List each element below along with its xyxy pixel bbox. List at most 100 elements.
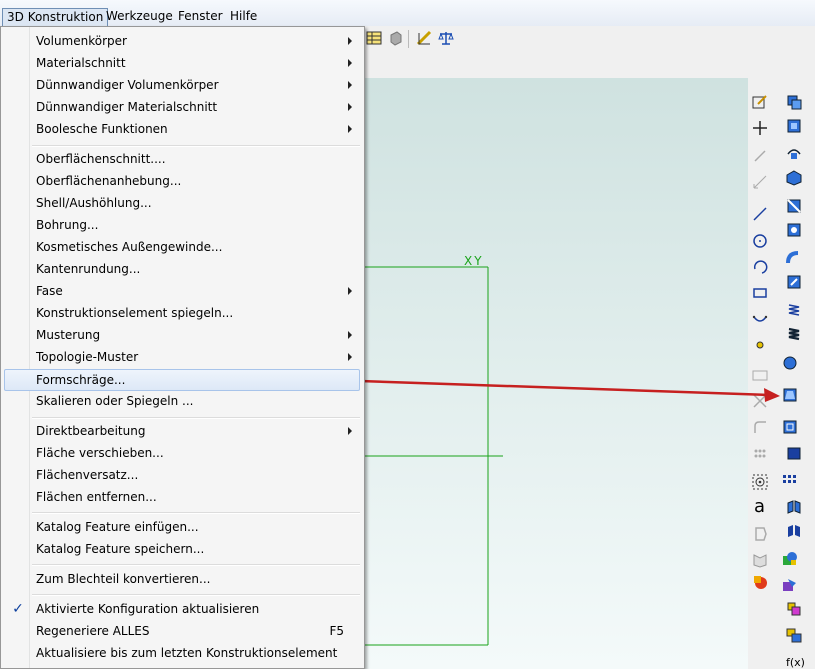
toolbar-separator <box>408 30 409 48</box>
menu-hilfe[interactable]: Hilfe <box>226 8 261 25</box>
circle-icon[interactable] <box>752 233 768 249</box>
menu-fenster[interactable]: Fenster <box>174 8 227 25</box>
menu-item-kantenrundung[interactable]: Kantenrundung... <box>4 258 360 280</box>
menu-item-direktbearbeitung[interactable]: Direktbearbeitung <box>4 420 360 442</box>
balance-icon[interactable] <box>438 30 454 46</box>
shell-icon[interactable] <box>786 274 802 290</box>
color-faces-icon[interactable] <box>786 601 802 617</box>
menu-item-shell[interactable]: Shell/Aushöhlung... <box>4 192 360 214</box>
rectangle-icon[interactable] <box>752 285 768 301</box>
menu-item-spiegeln[interactable]: Konstruktionselement spiegeln... <box>4 302 360 324</box>
solid-copy-icon[interactable] <box>786 94 802 110</box>
trim-icon[interactable] <box>752 393 768 409</box>
part-icon[interactable] <box>388 30 404 46</box>
pattern-disabled-icon[interactable] <box>752 447 768 463</box>
menu-item-label: Fase <box>36 284 63 298</box>
sweep-icon[interactable] <box>786 250 802 266</box>
menu-separator <box>32 564 360 566</box>
line-icon[interactable] <box>752 206 768 222</box>
assembly-icon[interactable] <box>786 627 802 643</box>
box-icon[interactable] <box>786 118 802 134</box>
menu-item-label: Musterung <box>36 328 101 342</box>
menu-item-materialschnitt[interactable]: Materialschnitt <box>4 52 360 74</box>
menu-item-musterung[interactable]: Musterung <box>4 324 360 346</box>
table-icon[interactable] <box>366 30 382 46</box>
shape-icon[interactable] <box>752 526 768 542</box>
arc-icon[interactable] <box>752 259 768 275</box>
hole-icon[interactable] <box>786 222 802 238</box>
menu-item-label: Oberflächenschnitt.... <box>36 152 166 166</box>
point-icon[interactable] <box>752 120 768 136</box>
cube-icon[interactable] <box>786 170 802 186</box>
menu-item-formschraege[interactable]: Formschräge... <box>4 369 360 391</box>
menu-item-regeneriere-alles[interactable]: Regeneriere ALLES F5 <box>4 620 360 642</box>
menu-item-label: Formschräge... <box>36 373 126 387</box>
menu-item-label: Bohrung... <box>36 218 99 232</box>
target-icon[interactable] <box>752 474 768 490</box>
menu-item-label: Konstruktionselement spiegeln... <box>36 306 234 320</box>
ruler-icon[interactable] <box>416 30 432 46</box>
keyboard-icon[interactable] <box>752 367 768 383</box>
point-dot-icon[interactable] <box>752 337 768 353</box>
text-icon[interactable]: a <box>754 496 765 517</box>
menu-item-duennwandiger-volumenkoerper[interactable]: Dünnwandiger Volumenkörper <box>4 74 360 96</box>
mirror-solid-icon[interactable] <box>786 523 802 539</box>
menu-item-duennwandiger-materialschnitt[interactable]: Dünnwandiger Materialschnitt <box>4 96 360 118</box>
line-disabled-icon[interactable] <box>752 148 768 164</box>
fillet-sketch-icon[interactable] <box>752 419 768 435</box>
menu-separator <box>32 417 360 419</box>
submenu-arrow-icon <box>348 103 352 111</box>
menu-item-label: Katalog Feature speichern... <box>36 542 205 556</box>
menu-item-katalog-speichern[interactable]: Katalog Feature speichern... <box>4 538 360 560</box>
submenu-arrow-icon <box>348 125 352 133</box>
menu-item-label: Aktualisiere bis zum letzten Konstruktio… <box>36 646 338 660</box>
formula-label[interactable]: f(x) <box>786 656 805 669</box>
menu-item-topologie-muster[interactable]: Topologie-Muster <box>4 346 360 368</box>
sphere-icon[interactable] <box>782 355 798 371</box>
menu-item-aussengewinde[interactable]: Kosmetisches Außengewinde... <box>4 236 360 258</box>
menu-item-label: Topologie-Muster <box>36 350 139 364</box>
menu-werkzeuge[interactable]: Werkzeuge <box>102 8 177 25</box>
box-solid-icon[interactable] <box>786 445 802 461</box>
sketch-edit-icon[interactable] <box>752 94 768 110</box>
menu-separator <box>32 594 360 596</box>
submenu-arrow-icon <box>348 331 352 339</box>
menu-item-oberflaechenanhebung[interactable]: Oberflächenanhebung... <box>4 170 360 192</box>
thread-icon[interactable] <box>786 326 802 342</box>
menu-item-volumenkoerper[interactable]: Volumenkörper <box>4 30 360 52</box>
cut-icon[interactable] <box>786 198 802 214</box>
menu-item-flaechen-entfernen[interactable]: Flächen entfernen... <box>4 486 360 508</box>
checkmark-icon: ✓ <box>12 601 24 617</box>
revolve-icon[interactable] <box>786 146 802 162</box>
menu-item-blechteil[interactable]: Zum Blechteil konvertieren... <box>4 568 360 590</box>
menu-3d-konstruktion[interactable]: 3D Konstruktion <box>2 8 109 27</box>
mirror-icon[interactable] <box>786 499 802 515</box>
book-icon[interactable] <box>752 552 768 568</box>
boolean-icon[interactable] <box>782 551 798 567</box>
submenu-arrow-icon <box>348 353 352 361</box>
menu-item-konfiguration-aktualisieren[interactable]: ✓ Aktivierte Konfiguration aktualisieren <box>4 598 360 620</box>
menu-item-label: Materialschnitt <box>36 56 126 70</box>
menu-item-flaeche-verschieben[interactable]: Fläche verschieben... <box>4 442 360 464</box>
draft-icon[interactable] <box>782 387 798 403</box>
menu-bar: 3D Konstruktion Werkzeuge Fenster Hilfe <box>0 0 815 27</box>
menu-item-fase[interactable]: Fase <box>4 280 360 302</box>
boolean-2-icon[interactable] <box>782 577 798 593</box>
menu-item-aktualisiere-bis[interactable]: Aktualisiere bis zum letzten Konstruktio… <box>4 642 360 664</box>
dimension-icon[interactable] <box>752 174 768 190</box>
sketch-geometry <box>364 266 503 646</box>
spring-icon[interactable] <box>786 302 802 318</box>
pattern-icon[interactable] <box>782 474 798 490</box>
menu-item-katalog-einfuegen[interactable]: Katalog Feature einfügen... <box>4 516 360 538</box>
menu-item-skalieren[interactable]: Skalieren oder Spiegeln ... <box>4 390 360 412</box>
menu-item-label: Flächen entfernen... <box>36 490 157 504</box>
3d-viewport[interactable]: XY <box>364 78 748 669</box>
menu-item-label: Regeneriere ALLES <box>36 624 150 638</box>
menu-item-bohrung[interactable]: Bohrung... <box>4 214 360 236</box>
offset-face-icon[interactable] <box>782 419 798 435</box>
menu-item-boolesche-funktionen[interactable]: Boolesche Funktionen <box>4 118 360 140</box>
menu-item-oberflaechenschnitt[interactable]: Oberflächenschnitt.... <box>4 148 360 170</box>
color-solid-icon[interactable] <box>752 574 768 590</box>
spline-icon[interactable] <box>752 311 768 327</box>
menu-item-flaechenversatz[interactable]: Flächenversatz... <box>4 464 360 486</box>
